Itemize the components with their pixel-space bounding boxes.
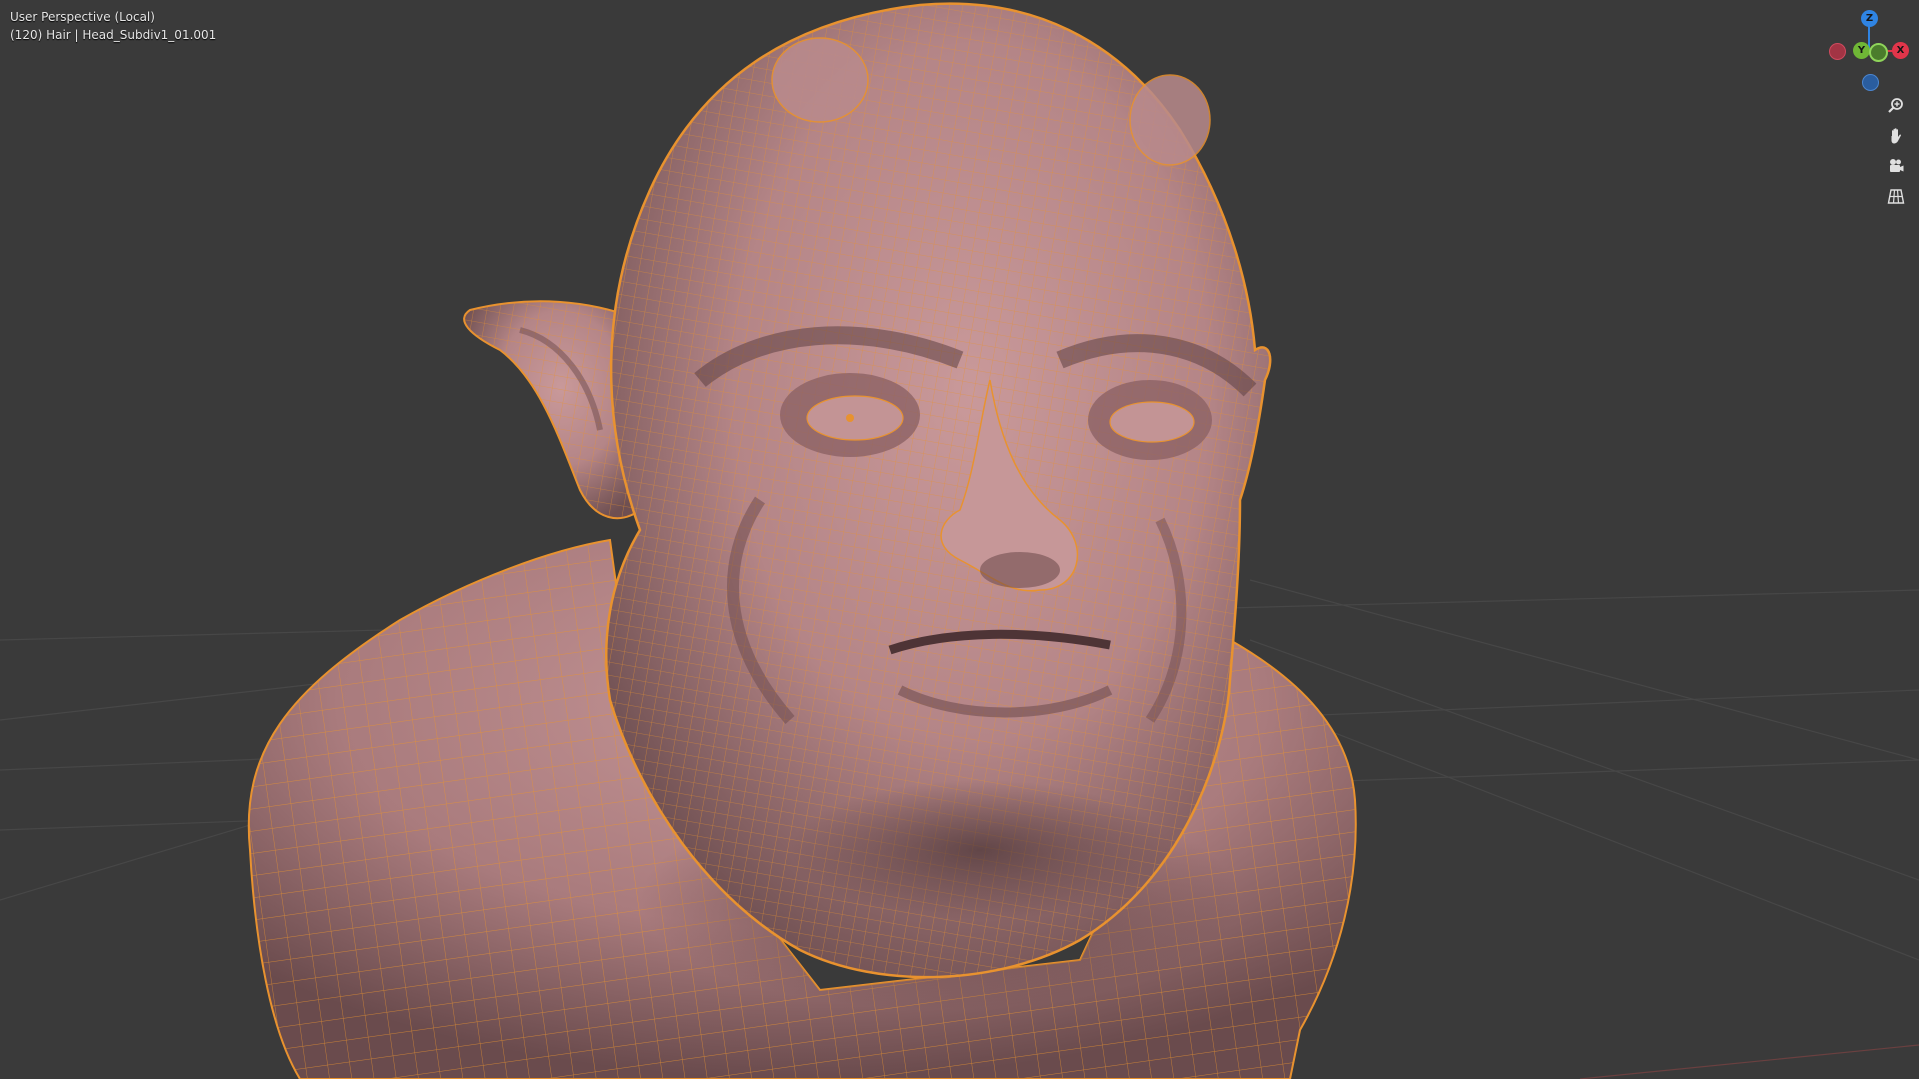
3d-viewport[interactable]: User Perspective (Local) (120) Hair | He… [0,0,1919,1079]
y-axis-ball[interactable]: Y [1853,42,1870,59]
pan-button[interactable] [1882,122,1910,150]
neg-z-axis-dot[interactable] [1862,74,1879,91]
viewport-scene[interactable] [0,0,1919,1079]
left-eye [780,373,920,457]
toggle-perspective-button[interactable] [1882,182,1910,210]
object-info-label: (120) Hair | Head_Subdiv1_01.001 [10,28,217,42]
navigation-gizmo[interactable]: Y Z X [1828,6,1914,92]
camera-view-button[interactable] [1882,152,1910,180]
zoom-button[interactable] [1882,92,1910,120]
zoom-icon [1888,98,1903,113]
neg-x-axis-dot[interactable] [1829,43,1846,60]
grid-icon [1887,189,1905,204]
camera-icon [1890,159,1904,172]
view-name-label: User Perspective (Local) [10,10,155,24]
x-axis-ball[interactable]: X [1892,42,1909,59]
right-eye [1088,380,1212,460]
z-axis-ball[interactable]: Z [1861,10,1878,27]
neg-y-axis-dot[interactable] [1869,43,1888,62]
hand-icon [1891,128,1902,144]
